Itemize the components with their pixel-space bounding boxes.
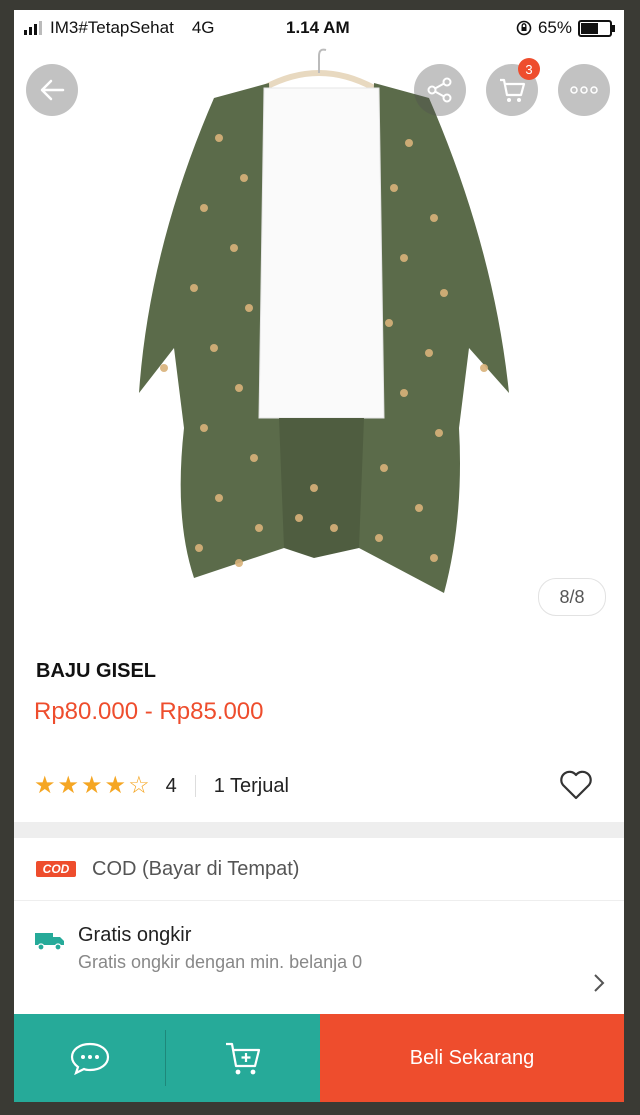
share-icon [427,77,452,103]
more-dots-icon [570,86,598,94]
chat-button[interactable] [14,1014,166,1102]
star-filled-icon: ★ [57,772,80,799]
cart-count-badge: 3 [518,58,540,80]
section-separator [14,822,624,838]
rating-stars: ★ ★ ★ ★ ☆ [34,774,150,798]
star-empty-icon: ☆ [128,772,150,799]
cod-badge-icon: COD [36,861,76,877]
shipping-title: Gratis ongkir [78,924,192,946]
product-price: Rp80.000 - Rp85.000 [34,698,264,725]
truck-icon [35,933,64,951]
product-title: BAJU GISEL [36,660,157,682]
battery-icon [578,19,615,37]
battery-percent: 65% [537,18,572,37]
product-image-gallery[interactable]: 3 8/8 [14,48,624,658]
add-cart-icon [226,1042,261,1075]
rating-value: 4 [165,774,177,797]
star-filled-icon: ★ [81,772,103,799]
star-filled-icon: ★ [34,772,56,799]
more-options-button[interactable] [558,64,610,116]
status-bar: IM3#TetapSehat 4G 1.14 AM 65% [14,10,624,48]
sold-count: 1 Terjual [213,774,289,797]
orientation-lock-icon [516,20,532,36]
chevron-right-icon [594,974,605,992]
share-button[interactable] [414,64,466,116]
cart-icon [500,78,526,102]
clock: 1.14 AM [286,18,350,37]
cod-label: COD (Bayar di Tempat) [92,858,300,880]
chat-icon [70,1042,110,1075]
add-to-cart-button[interactable] [166,1014,320,1102]
favorite-heart-icon[interactable] [558,768,594,802]
bottom-action-bar: Beli Sekarang [14,1014,624,1102]
arrow-left-icon [40,79,65,101]
image-counter: 8/8 [538,578,606,616]
network-type: 4G [191,18,215,37]
carrier-name: IM3#TetapSehat [50,18,174,37]
back-button[interactable] [26,64,78,116]
buy-now-button[interactable]: Beli Sekarang [320,1014,624,1102]
star-filled-icon: ★ [104,772,127,799]
shipping-subtitle: Gratis ongkir dengan min. belanja 0 [78,952,363,972]
cod-row: COD COD (Bayar di Tempat) [14,838,624,901]
product-photo [139,48,509,593]
cart-button[interactable]: 3 [486,58,540,116]
app-screen: IM3#TetapSehat 4G 1.14 AM 65% 3 8/8 BAJU… [14,10,624,1102]
rating-row: ★ ★ ★ ★ ☆ 4 1 Terjual [34,766,604,806]
shipping-row[interactable]: Gratis ongkir Gratis ongkir dengan min. … [14,902,624,1010]
signal-icon [24,21,42,35]
rating-divider [194,775,196,797]
